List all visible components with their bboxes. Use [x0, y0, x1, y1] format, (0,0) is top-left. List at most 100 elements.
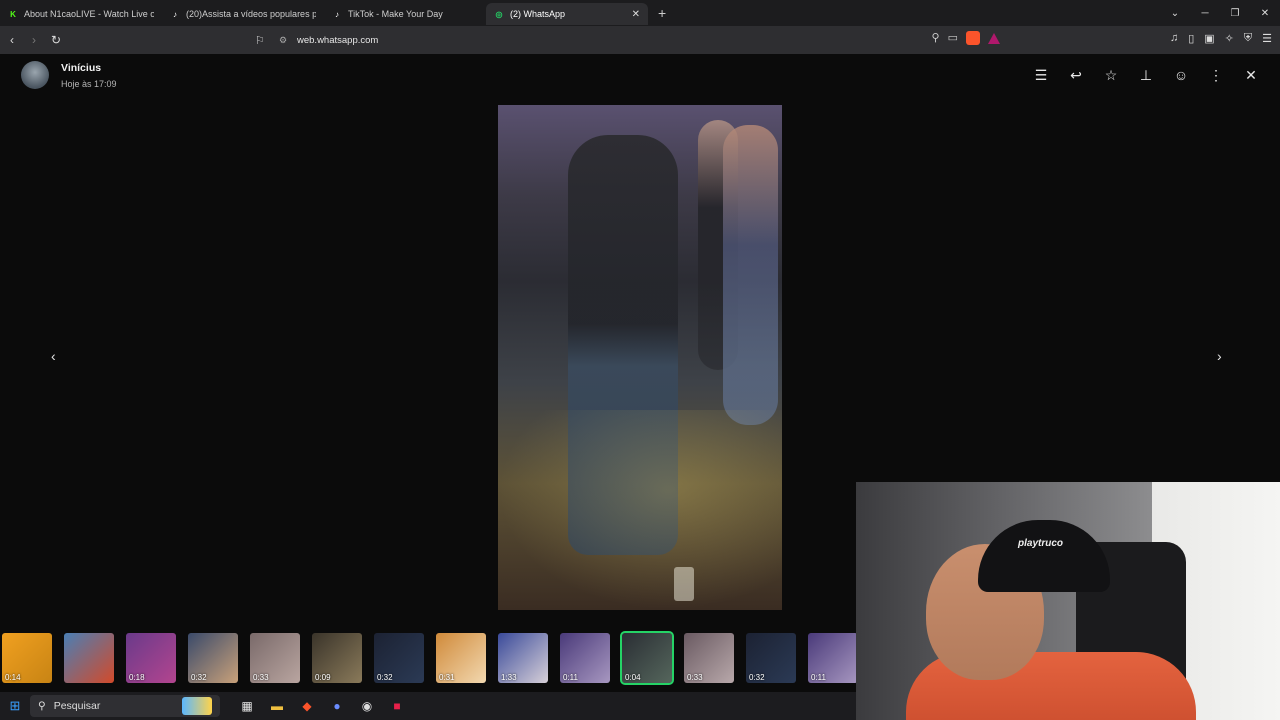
file-explorer-icon[interactable]: ▬: [262, 699, 292, 713]
media-thumbnail[interactable]: 0:04: [620, 631, 674, 685]
windows-start-icon[interactable]: ⊞: [0, 698, 30, 714]
media-thumbnail[interactable]: 0:32: [188, 633, 238, 683]
reply-icon[interactable]: ↩: [1067, 67, 1085, 84]
media-floor: [498, 410, 782, 610]
url-text: web.whatsapp.com: [297, 34, 379, 46]
media-thumbnail[interactable]: 0:14: [2, 633, 52, 683]
thumbnail-duration: 0:32: [377, 673, 393, 682]
media-thumbnail[interactable]: 0:11: [560, 633, 610, 683]
back-button[interactable]: ‹: [2, 33, 22, 47]
search-placeholder: Pesquisar: [53, 700, 101, 712]
brave-browser-icon[interactable]: ◆: [292, 699, 322, 713]
tab-search-icon[interactable]: ⌄: [1160, 8, 1190, 19]
obs-icon[interactable]: ◉: [352, 699, 382, 713]
thumbnail-duration: 0:14: [5, 673, 21, 682]
toolbar-extensions: ♫ ▯ ▣ ✧ ⛨ ☰: [1170, 32, 1272, 45]
tab-title: (2) WhatsApp: [510, 9, 566, 19]
bookmark-icon[interactable]: ⚐: [255, 34, 273, 47]
media-figure-right: [723, 125, 778, 425]
vivaldi-icon[interactable]: ■: [382, 699, 412, 713]
thumbnail-duration: 0:11: [811, 673, 826, 682]
cast-icon[interactable]: ▭: [948, 31, 958, 45]
browser-tab[interactable]: ◎ (2) WhatsApp ✕: [486, 3, 648, 25]
media-thumbnail[interactable]: 0:31: [436, 633, 486, 683]
media-thumbnail[interactable]: 0:11: [808, 633, 858, 683]
thumbnail-duration: 0:33: [253, 673, 269, 682]
thumbnail-duration: 0:11: [563, 673, 578, 682]
react-emoji-icon[interactable]: ☺: [1172, 67, 1190, 84]
task-view-icon[interactable]: ▦: [232, 699, 262, 713]
minimize-button[interactable]: ─: [1190, 8, 1220, 19]
media-icon[interactable]: ♫: [1170, 32, 1178, 45]
webcam-overlay: playtruco: [856, 482, 1280, 720]
thumbnail-duration: 0:09: [315, 673, 331, 682]
close-window-button[interactable]: ✕: [1250, 8, 1280, 19]
media-thumbnail[interactable]: 0:18: [126, 633, 176, 683]
browser-tab[interactable]: ♪ TikTok - Make Your Day: [324, 3, 486, 25]
media-thumbnail[interactable]: [64, 633, 114, 683]
tab-favicon-icon: ◎: [495, 9, 503, 19]
taskbar: ⊞ ⚲ Pesquisar ▦ ▬ ◆ ● ◉ ■: [0, 692, 856, 720]
close-icon[interactable]: ✕: [1242, 67, 1260, 84]
new-tab-button[interactable]: +: [658, 5, 666, 21]
restore-button[interactable]: ❐: [1220, 8, 1250, 19]
next-media-button[interactable]: ›: [1217, 348, 1222, 364]
browser-tab-bar: K About N1caoLIVE - Watch Live on Kick ♪ (2…: [0, 0, 1280, 26]
window-controls: ⌄ ─ ❐ ✕: [1160, 0, 1280, 26]
sidebar-icon[interactable]: ▯: [1188, 32, 1194, 45]
media-thumbnail[interactable]: 0:32: [374, 633, 424, 683]
discord-icon[interactable]: ●: [322, 699, 352, 713]
media-video[interactable]: [498, 105, 782, 610]
browser-tab[interactable]: ♪ (20)Assista a vídeos populares para voc…: [162, 3, 324, 25]
thumbnail-duration: 1:33: [501, 673, 517, 682]
tab-title: (20)Assista a vídeos populares para você: [186, 9, 316, 19]
thumbnail-duration: 0:32: [749, 673, 765, 682]
thumbnail-duration: 0:32: [191, 673, 207, 682]
star-icon[interactable]: ☆: [1102, 67, 1120, 84]
thumbnail-duration: 0:18: [129, 673, 145, 682]
menu-icon[interactable]: ☰: [1262, 32, 1272, 45]
thumbnail-duration: 0:04: [625, 673, 641, 682]
tab-favicon-icon: ♪: [173, 9, 177, 19]
wallet-icon[interactable]: ▣: [1204, 32, 1214, 45]
brave-rewards-icon[interactable]: [988, 33, 1000, 44]
previous-media-button[interactable]: ‹: [51, 348, 56, 364]
media-cup: [674, 567, 694, 601]
go-to-message-icon[interactable]: ☰: [1032, 67, 1050, 84]
more-options-icon[interactable]: ⋮: [1207, 67, 1225, 84]
tab-title: TikTok - Make Your Day: [348, 9, 443, 19]
search-highlight-icon: [182, 697, 212, 715]
thumbnail-duration: 0:31: [439, 673, 455, 682]
vpn-icon[interactable]: ⛨: [1244, 32, 1252, 45]
url-actions: ⚲ ▭: [932, 31, 1000, 45]
leo-ai-icon[interactable]: ✧: [1225, 32, 1234, 45]
tab-title: About N1caoLIVE - Watch Live on Kick: [24, 9, 154, 19]
avatar[interactable]: [21, 61, 49, 89]
browser-tab[interactable]: K About N1caoLIVE - Watch Live on Kick: [0, 3, 162, 25]
media-thumbnail[interactable]: 0:09: [312, 633, 362, 683]
viewer-actions: ☰ ↩ ☆ ⊥ ☺ ⋮ ✕: [1032, 67, 1260, 84]
reload-button[interactable]: ↻: [46, 33, 66, 47]
media-thumbnail[interactable]: 0:32: [746, 633, 796, 683]
cap-logo-text: playtruco: [1018, 538, 1064, 549]
sender-name: Vinícius: [61, 62, 102, 74]
sender-timestamp: Hoje às 17:09: [61, 79, 117, 89]
tab-favicon-icon: ♪: [335, 9, 339, 19]
url-field[interactable]: ⚐ ⚙ web.whatsapp.com: [255, 29, 1000, 51]
media-thumbnail[interactable]: 1:33: [498, 633, 548, 683]
tab-favicon-icon: K: [10, 9, 16, 19]
brave-shields-icon[interactable]: [966, 31, 980, 45]
media-thumbnail[interactable]: 0:33: [684, 633, 734, 683]
site-info-icon[interactable]: ⚙: [279, 35, 297, 46]
webcam-cap: playtruco: [978, 520, 1110, 592]
media-thumbnail-strip: 0:14 0:18 0:32 0:33 0:09 0:32 0:31 1:33 0:11 0:04…: [0, 628, 858, 688]
close-tab-icon[interactable]: ✕: [632, 9, 640, 20]
pin-icon[interactable]: ⊥: [1137, 67, 1155, 84]
search-icon: ⚲: [38, 700, 46, 712]
zoom-icon[interactable]: ⚲: [932, 31, 940, 45]
taskbar-search[interactable]: ⚲ Pesquisar: [30, 695, 220, 717]
address-bar: ‹ › ↻ ⚐ ⚙ web.whatsapp.com ⚲ ▭ ♫ ▯ ▣ ✧ ⛨…: [0, 26, 1280, 54]
forward-button[interactable]: ›: [24, 33, 44, 47]
thumbnail-duration: 0:33: [687, 673, 703, 682]
media-thumbnail[interactable]: 0:33: [250, 633, 300, 683]
